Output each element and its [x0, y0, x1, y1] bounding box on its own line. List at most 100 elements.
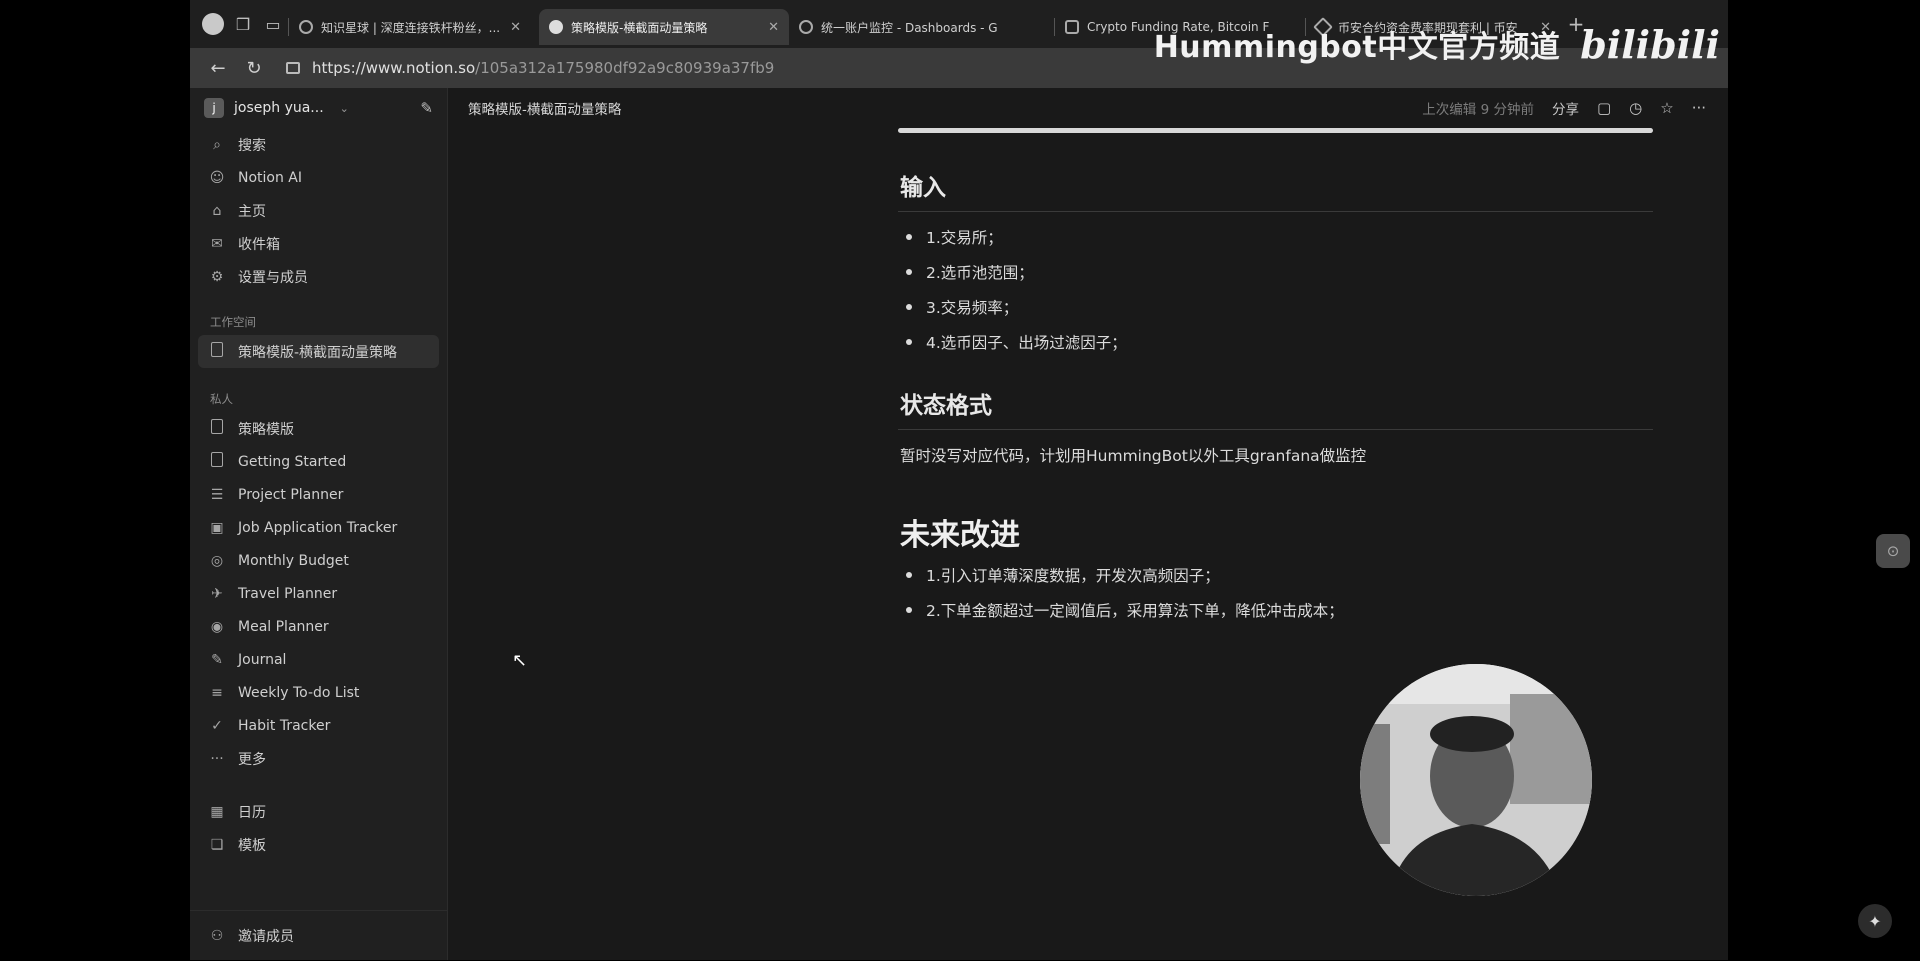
breadcrumb[interactable]: 策略模版-横截面动量策略 — [468, 98, 621, 118]
briefcase-icon: ▣ — [210, 519, 224, 536]
close-icon[interactable]: ✕ — [510, 20, 521, 35]
sidebar-item-label: Notion AI — [238, 169, 303, 186]
tab-label: 知识星球 | 深度连接铁杆粉丝，... — [321, 20, 501, 35]
reload-icon[interactable]: ↻ — [236, 50, 272, 86]
sidebar-toggle-icon[interactable]: ▭ — [258, 9, 288, 39]
divider — [898, 429, 1653, 430]
url-host: https://www.notion.so — [312, 59, 476, 77]
sidebar-item-meal-planner[interactable]: ◉ Meal Planner — [190, 610, 447, 643]
more-options-icon[interactable]: ··· — [1692, 99, 1706, 117]
history-icon[interactable]: ◷ — [1629, 99, 1642, 117]
sidebar-item-label: 搜索 — [238, 137, 266, 154]
workspace-switcher[interactable]: j joseph yua... ⌄ ✎ — [190, 88, 447, 128]
sidebar: j joseph yua... ⌄ ✎ ⌕ 搜索 ☺ Notion AI ⌂ 主页 ✉… — [190, 88, 448, 960]
last-edited: 上次编辑 9 分钟前 — [1422, 102, 1534, 118]
presenter-image — [1360, 664, 1592, 896]
sidebar-item-label: Travel Planner — [238, 585, 338, 602]
bilibili-logo: bilibili — [1580, 21, 1720, 67]
sidebar-item-label: 策略模版 — [238, 421, 294, 438]
heading-status[interactable]: 状态格式 — [900, 386, 992, 420]
side-peek-icon[interactable]: ⊙ — [1876, 534, 1910, 568]
status-paragraph[interactable]: 暂时没写对应代码，计划用HummingBot以外工具granfana做监控 — [900, 444, 1366, 466]
heading-input[interactable]: 输入 — [900, 168, 946, 202]
sidebar-item-label: 收件箱 — [238, 236, 280, 253]
sidebar-item-inbox[interactable]: ✉ 收件箱 — [190, 227, 447, 260]
sidebar-item-label: 更多 — [238, 751, 266, 768]
sidebar-item-search[interactable]: ⌕ 搜索 — [190, 128, 447, 161]
divider — [898, 211, 1653, 212]
close-icon[interactable]: ✕ — [768, 20, 779, 35]
tab-label: 统一账户监控 - Dashboards - G — [821, 20, 998, 35]
sidebar-item-label: 模板 — [238, 837, 266, 854]
templates-icon: ❏ — [210, 836, 224, 853]
tab-label: 策略模版-横截面动量策略 — [571, 20, 708, 35]
sidebar-item-settings[interactable]: ⚙ 设置与成员 — [190, 260, 447, 293]
mouse-cursor-icon: ↖ — [512, 650, 528, 671]
browser-tab[interactable]: 知识星球 | 深度连接铁杆粉丝，... ✕ — [289, 9, 539, 45]
browser-tab[interactable]: 统一账户监控 - Dashboards - G — [789, 9, 1054, 45]
list-item[interactable]: 3.交易频率； — [906, 296, 1018, 318]
sidebar-item-label: Getting Started — [238, 453, 347, 470]
airplane-icon: ✈ — [211, 585, 223, 602]
new-page-icon[interactable]: ✎ — [420, 99, 433, 117]
sidebar-item-label: 主页 — [238, 203, 266, 220]
inbox-icon: ✉ — [211, 235, 223, 252]
sidebar-item-travel-planner[interactable]: ✈ Travel Planner — [190, 577, 447, 610]
gear-icon: ⚙ — [210, 268, 224, 285]
grafana-icon — [799, 20, 813, 34]
section-label-private: 私人 — [210, 392, 233, 406]
list-item[interactable]: 2.选币池范围； — [906, 261, 1034, 283]
star-icon[interactable]: ☆ — [1660, 99, 1673, 117]
list-item[interactable]: 1.引入订单薄深度数据，开发次高频因子； — [906, 564, 1220, 586]
list-item[interactable]: 4.选币因子、出场过滤因子； — [906, 331, 1127, 353]
sidebar-item-weekly-todo[interactable]: ≡ Weekly To-do List — [190, 676, 447, 709]
list-icon: ≡ — [211, 684, 223, 701]
calendar-icon: ▦ — [210, 803, 224, 820]
notion-icon — [549, 20, 563, 34]
checklist-icon: ☰ — [210, 486, 224, 503]
list-item[interactable]: 1.交易所； — [906, 226, 1003, 248]
comment-icon[interactable]: ▢ — [1597, 99, 1611, 117]
sidebar-item-calendar[interactable]: ▦ 日历 — [190, 795, 447, 828]
sidebar-item-monthly-budget[interactable]: ◎ Monthly Budget — [190, 544, 447, 577]
sidebar-item-label: 策略模版-横截面动量策略 — [238, 344, 398, 361]
sidebar-item-label: 日历 — [238, 804, 266, 821]
sidebar-item-job-tracker[interactable]: ▣ Job Application Tracker — [190, 511, 447, 544]
ai-sparkle-icon[interactable]: ✦ — [1858, 904, 1892, 938]
webcam-overlay — [1360, 664, 1592, 896]
invite-bar: ⚇ 邀请成员 — [190, 910, 448, 960]
loading-icon — [299, 20, 313, 34]
workspaces-icon[interactable]: ❒ — [228, 9, 258, 39]
lock-icon — [286, 62, 300, 74]
heading-future[interactable]: 未来改进 — [900, 510, 1020, 554]
check-icon: ✓ — [211, 717, 223, 734]
browser-tab-active[interactable]: 策略模版-横截面动量策略 ✕ — [539, 9, 789, 45]
shield-icon — [1065, 20, 1079, 34]
invite-members-button[interactable]: ⚇ 邀请成员 — [190, 911, 448, 961]
sidebar-item-templates[interactable]: ❏ 模板 — [190, 828, 447, 861]
back-icon[interactable]: ← — [200, 50, 236, 86]
sidebar-item-project-planner[interactable]: ☰ Project Planner — [190, 478, 447, 511]
page-topbar: 策略模版-横截面动量策略 上次编辑 9 分钟前 分享 ▢ ◷ ☆ ··· — [448, 88, 1728, 128]
sidebar-item-notion-ai[interactable]: ☺ Notion AI — [190, 161, 447, 194]
list-item[interactable]: 2.下单金额超过一定阈值后，采用算法下单，降低冲击成本； — [906, 599, 1344, 621]
sidebar-item-label: Weekly To-do List — [238, 684, 360, 701]
sidebar-item-label: Journal — [238, 651, 287, 668]
sidebar-item-current-page[interactable]: 策略模版-横截面动量策略 — [198, 335, 439, 368]
share-button[interactable]: 分享 — [1552, 98, 1579, 118]
sidebar-item-habit-tracker[interactable]: ✓ Habit Tracker — [190, 709, 447, 742]
workspace-badge: j — [204, 98, 224, 118]
sidebar-item-label: Project Planner — [238, 486, 344, 503]
browser-window: ❒ ▭ 知识星球 | 深度连接铁杆粉丝，... ✕ 策略模版-横截面动量策略 ✕… — [190, 0, 1910, 960]
home-icon: ⌂ — [212, 202, 222, 219]
watermark-text: Hummingbot中文官方频道 — [1153, 30, 1561, 65]
sidebar-item-journal[interactable]: ✎ Journal — [190, 643, 447, 676]
sidebar-item-label: Habit Tracker — [238, 717, 331, 734]
watermark: Hummingbot中文官方频道 bilibili — [1154, 0, 1728, 88]
sidebar-item-getting-started[interactable]: Getting Started — [190, 445, 447, 478]
sidebar-item-home[interactable]: ⌂ 主页 — [190, 194, 447, 227]
sidebar-item-strategy-template[interactable]: 策略模版 — [190, 412, 447, 445]
profile-avatar[interactable] — [198, 9, 228, 39]
page-icon — [208, 342, 226, 361]
sidebar-item-more[interactable]: ··· 更多 — [190, 742, 447, 775]
